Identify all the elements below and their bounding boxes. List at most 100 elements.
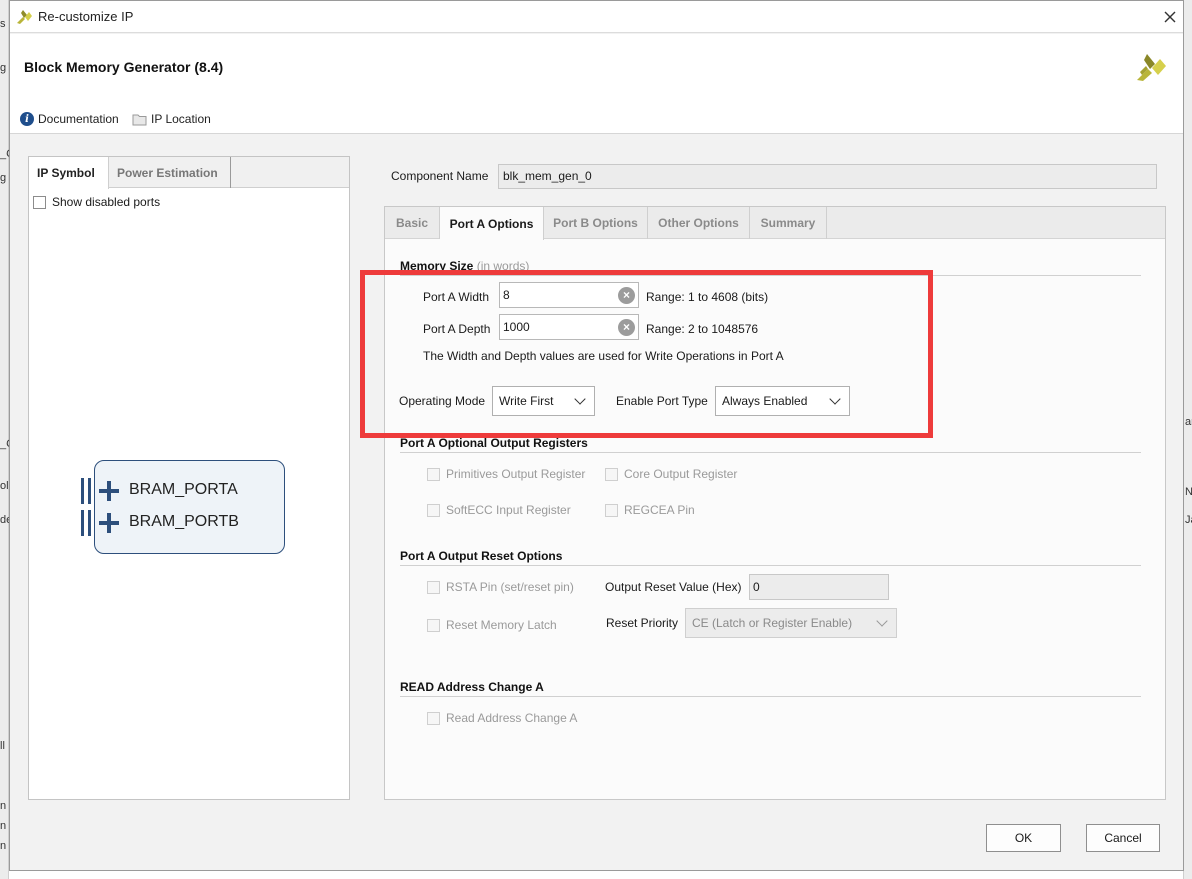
regcea-pin-option[interactable]: REGCEA Pin bbox=[605, 503, 695, 517]
rsta-pin-option[interactable]: RSTA Pin (set/reset pin) bbox=[427, 580, 574, 594]
primitives-output-register-option[interactable]: Primitives Output Register bbox=[427, 467, 585, 481]
read-address-change-title: READ Address Change A bbox=[400, 680, 544, 694]
operating-mode-select[interactable]: Write First bbox=[492, 386, 595, 416]
width-depth-note: The Width and Depth values are used for … bbox=[423, 349, 784, 363]
port-label: BRAM_PORTA bbox=[129, 481, 238, 498]
left-tab-bar: IP Symbol Power Estimation bbox=[29, 157, 349, 189]
read-address-change-option[interactable]: Read Address Change A bbox=[427, 711, 577, 725]
section-divider bbox=[400, 696, 1141, 697]
reset-memory-latch-option[interactable]: Reset Memory Latch bbox=[427, 618, 557, 632]
cancel-button[interactable]: Cancel bbox=[1086, 824, 1160, 852]
section-divider bbox=[400, 452, 1141, 453]
component-name-input[interactable]: blk_mem_gen_0 bbox=[498, 164, 1157, 189]
background-app-right-strip: ar N Ja bbox=[1183, 0, 1192, 879]
info-icon: i bbox=[20, 112, 34, 126]
ip-location-link[interactable]: IP Location bbox=[132, 110, 211, 128]
core-output-register-option[interactable]: Core Output Register bbox=[605, 467, 737, 481]
tab-other-options[interactable]: Other Options bbox=[648, 207, 750, 239]
recustomize-ip-dialog: Re-customize IP Block Memory Generator (… bbox=[9, 0, 1184, 871]
regcea-pin-label: REGCEA Pin bbox=[624, 503, 695, 517]
softecc-input-register-option[interactable]: SoftECC Input Register bbox=[427, 503, 571, 517]
bg-fragment: ar bbox=[1185, 416, 1192, 428]
port-connector-icon bbox=[81, 510, 91, 536]
section-divider bbox=[400, 275, 1141, 276]
ip-location-label: IP Location bbox=[151, 112, 211, 126]
bg-fragment: g bbox=[0, 172, 7, 184]
reset-priority-label: Reset Priority bbox=[606, 616, 679, 630]
regcea-pin-checkbox[interactable] bbox=[605, 503, 618, 517]
ip-title: Block Memory Generator (8.4) bbox=[24, 59, 224, 75]
operating-mode-label: Operating Mode bbox=[399, 394, 486, 408]
tab-summary[interactable]: Summary bbox=[750, 207, 827, 239]
ip-symbol-block: BRAM_PORTA BRAM_PORTB bbox=[81, 460, 285, 554]
expand-plus-icon[interactable] bbox=[99, 513, 119, 533]
port-label: BRAM_PORTB bbox=[129, 513, 239, 530]
reset-priority-value: CE (Latch or Register Enable) bbox=[692, 616, 853, 630]
core-output-register-checkbox[interactable] bbox=[605, 467, 618, 481]
chevron-down-icon bbox=[876, 615, 888, 627]
configuration-panel: Basic Port A Options Port B Options Othe… bbox=[384, 206, 1166, 800]
port-a-width-input[interactable]: 8 × bbox=[499, 282, 639, 308]
reset-memory-latch-label: Reset Memory Latch bbox=[446, 618, 557, 632]
port-a-width-label: Port A Width bbox=[423, 290, 490, 304]
bg-fragment: g bbox=[0, 62, 7, 74]
bg-fragment: ll bbox=[0, 740, 5, 752]
bg-fragment: Ja bbox=[1185, 514, 1192, 526]
read-address-change-checkbox[interactable] bbox=[427, 711, 440, 725]
tab-ip-symbol[interactable]: IP Symbol bbox=[29, 157, 109, 189]
clear-icon[interactable]: × bbox=[618, 287, 635, 304]
output-reset-value-input[interactable]: 0 bbox=[749, 574, 889, 600]
documentation-label: Documentation bbox=[38, 112, 119, 126]
component-name-label: Component Name bbox=[391, 169, 489, 183]
background-app-left-strip: s g _C g _C ol de ll n n n bbox=[0, 0, 14, 879]
show-disabled-ports-option[interactable]: Show disabled ports bbox=[33, 195, 160, 209]
section-divider bbox=[400, 565, 1141, 566]
output-reset-options-title: Port A Output Reset Options bbox=[400, 549, 563, 563]
xilinx-logo-icon bbox=[17, 10, 32, 24]
port-a-width-range: Range: 1 to 4608 (bits) bbox=[646, 290, 769, 304]
softecc-input-register-label: SoftECC Input Register bbox=[446, 503, 571, 517]
bg-fragment: s bbox=[0, 18, 6, 30]
port-a-depth-value: 1000 bbox=[503, 320, 530, 334]
tab-basic[interactable]: Basic bbox=[385, 207, 440, 239]
bg-fragment: n bbox=[0, 800, 7, 812]
tab-port-b-options[interactable]: Port B Options bbox=[544, 207, 648, 239]
primitives-output-register-checkbox[interactable] bbox=[427, 467, 440, 481]
folder-icon bbox=[132, 114, 147, 125]
bg-fragment: N bbox=[1185, 486, 1192, 498]
documentation-link[interactable]: i Documentation bbox=[20, 110, 119, 128]
optional-output-registers-title: Port A Optional Output Registers bbox=[400, 436, 588, 450]
output-reset-value-label: Output Reset Value (Hex) bbox=[605, 580, 742, 594]
chevron-down-icon bbox=[829, 393, 841, 405]
clear-icon[interactable]: × bbox=[618, 319, 635, 336]
show-disabled-ports-checkbox[interactable] bbox=[33, 195, 46, 209]
port-a-width-value: 8 bbox=[503, 288, 510, 302]
memory-size-title-suffix: (in words) bbox=[476, 259, 530, 273]
dialog-header: Block Memory Generator (8.4) i Documenta… bbox=[10, 34, 1183, 134]
port-a-depth-input[interactable]: 1000 × bbox=[499, 314, 639, 340]
close-icon[interactable] bbox=[1158, 5, 1182, 29]
tab-power-estimation[interactable]: Power Estimation bbox=[109, 157, 231, 188]
ok-button[interactable]: OK bbox=[986, 824, 1061, 852]
memory-size-section-title: Memory Size (in words) bbox=[400, 259, 529, 273]
ip-symbol-panel: IP Symbol Power Estimation Show disabled… bbox=[28, 156, 350, 800]
primitives-output-register-label: Primitives Output Register bbox=[446, 467, 586, 481]
expand-plus-icon[interactable] bbox=[99, 481, 119, 501]
bg-fragment: ol bbox=[0, 480, 9, 492]
softecc-input-register-checkbox[interactable] bbox=[427, 503, 440, 517]
config-tab-bar: Basic Port A Options Port B Options Othe… bbox=[385, 207, 1165, 240]
tab-port-a-options[interactable]: Port A Options bbox=[440, 207, 544, 240]
port-connector-icon bbox=[81, 478, 91, 504]
dialog-titlebar: Re-customize IP bbox=[10, 1, 1183, 33]
port-a-depth-label: Port A Depth bbox=[423, 322, 491, 336]
reset-memory-latch-checkbox[interactable] bbox=[427, 618, 440, 632]
enable-port-type-label: Enable Port Type bbox=[616, 394, 708, 408]
bg-fragment: n bbox=[0, 820, 7, 832]
rsta-pin-checkbox[interactable] bbox=[427, 580, 440, 594]
show-disabled-ports-label: Show disabled ports bbox=[52, 195, 161, 209]
operating-mode-value: Write First bbox=[499, 394, 554, 408]
enable-port-type-select[interactable]: Always Enabled bbox=[715, 386, 850, 416]
rsta-pin-label: RSTA Pin (set/reset pin) bbox=[446, 580, 574, 594]
reset-priority-select[interactable]: CE (Latch or Register Enable) bbox=[685, 608, 897, 638]
dialog-title: Re-customize IP bbox=[38, 9, 134, 24]
